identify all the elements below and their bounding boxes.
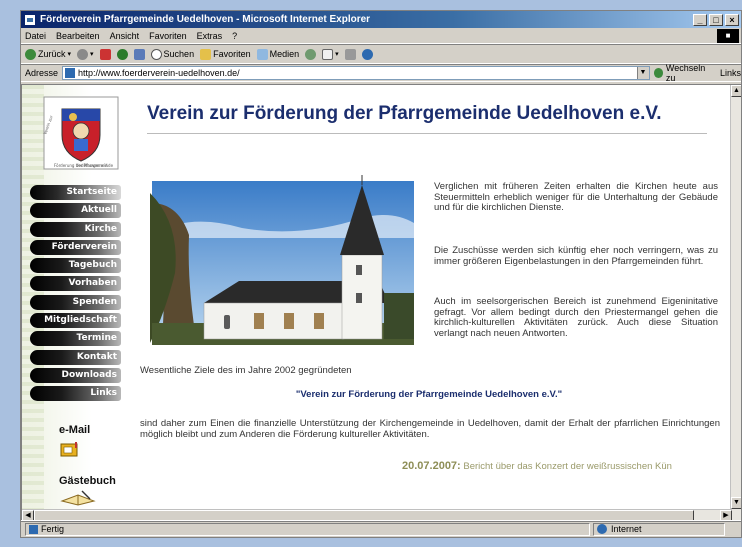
church-photo (144, 173, 420, 351)
menu-help[interactable]: ? (232, 31, 237, 41)
windows-logo-icon: ■ (717, 29, 739, 43)
maximize-button[interactable]: □ (709, 13, 723, 26)
page-status-icon (29, 524, 38, 534)
mail-icon (322, 48, 334, 60)
back-button[interactable]: Zurück ▾ (25, 48, 71, 60)
nav-tagebuch[interactable]: Tagebuch (30, 258, 121, 274)
refresh-icon (116, 48, 128, 60)
print-icon (344, 48, 356, 60)
favorites-icon (200, 48, 212, 60)
guestbook-link[interactable]: Gästebuch (59, 475, 116, 487)
title-divider (147, 133, 707, 134)
media-icon (256, 48, 268, 60)
page-title: Verein zur Förderung der Pfarrgemeinde U… (147, 103, 662, 124)
svg-text:Förderung der Pfarrgemeinde: Förderung der Pfarrgemeinde (54, 163, 114, 168)
go-arrow-icon (653, 68, 663, 78)
goals-text: Wesentliche Ziele des im Jahre 2002 gegr… (140, 365, 352, 376)
status-text: Fertig (41, 524, 65, 534)
news-date: 20.07.2007: (402, 460, 461, 472)
stop-icon (99, 48, 111, 60)
main-navigation: Startseite Aktuell Kirche Förderverein T… (30, 185, 130, 405)
media-button[interactable]: Medien (256, 48, 299, 60)
close-button[interactable]: × (725, 13, 739, 26)
zone-text: Internet (611, 524, 642, 534)
browser-window: Förderverein Pfarrgemeinde Uedelhoven - … (20, 10, 742, 538)
scroll-down-icon[interactable]: ▼ (731, 497, 741, 509)
news-ticker[interactable]: 20.07.2007: Bericht über das Konzert der… (402, 460, 672, 472)
search-button[interactable]: Suchen (150, 48, 194, 60)
address-input[interactable]: http://www.foerderverein-uedelhoven.de/ … (62, 66, 650, 80)
page-viewport: Verein zur Uedelhoven e.V. Förderung der… (21, 84, 741, 522)
history-button[interactable] (305, 48, 317, 60)
goto-button[interactable]: Wechseln zu (653, 63, 714, 83)
nav-startseite[interactable]: Startseite (30, 185, 121, 200)
scroll-up-icon[interactable]: ▲ (731, 85, 741, 97)
search-icon (150, 48, 162, 60)
mailbox-icon[interactable] (59, 440, 81, 458)
address-dropdown-icon[interactable]: ▼ (636, 67, 649, 79)
window-title: Förderverein Pfarrgemeinde Uedelhoven - … (40, 14, 371, 25)
nav-spenden[interactable]: Spenden (30, 294, 121, 310)
refresh-button[interactable] (116, 48, 128, 60)
news-text: Bericht über das Konzert der weißrussisc… (460, 461, 672, 472)
nav-vorhaben[interactable]: Vorhaben (30, 276, 121, 292)
nav-foerderverein[interactable]: Förderverein (30, 239, 121, 255)
nav-kontakt[interactable]: Kontakt (30, 349, 121, 365)
crest-logo: Verein zur Uedelhoven e.V. Förderung der… (42, 96, 119, 170)
status-bar: Fertig Internet (21, 520, 741, 537)
back-arrow-icon (25, 48, 36, 60)
ie-icon (24, 13, 36, 26)
menu-ansicht[interactable]: Ansicht (110, 31, 140, 41)
menu-bearbeiten[interactable]: Bearbeiten (56, 31, 100, 41)
messenger-icon (361, 48, 373, 60)
stop-button[interactable] (99, 48, 111, 60)
address-label: Adresse (25, 68, 59, 78)
history-icon (305, 48, 317, 60)
intro-paragraph-1: Verglichen mit früheren Zeiten erhalten … (434, 181, 718, 213)
menu-bar: Datei Bearbeiten Ansicht Favoriten Extra… (21, 28, 741, 44)
home-icon (133, 48, 145, 60)
forward-button[interactable]: ▾ (77, 48, 94, 60)
title-bar: Förderverein Pfarrgemeinde Uedelhoven - … (21, 11, 741, 28)
nav-mitgliedschaft[interactable]: Mitgliedschaft (30, 313, 121, 329)
menu-datei[interactable]: Datei (25, 31, 46, 41)
menu-favoriten[interactable]: Favoriten (149, 31, 187, 41)
intro-paragraph-2: Die Zuschüsse werden sich künftig eher n… (434, 245, 718, 267)
email-link[interactable]: e-Mail (59, 424, 90, 436)
nav-downloads[interactable]: Downloads (30, 367, 121, 383)
vertical-scrollbar[interactable]: ▲ ▼ (730, 85, 741, 521)
messenger-button[interactable] (361, 48, 373, 60)
internet-globe-icon (597, 524, 607, 534)
nav-kirche[interactable]: Kirche (30, 221, 121, 237)
forward-arrow-icon (77, 48, 89, 60)
minimize-button[interactable]: _ (693, 13, 707, 26)
status-pane: Fertig (25, 522, 590, 536)
zone-pane: Internet (593, 522, 725, 536)
nav-links[interactable]: Links (30, 386, 121, 402)
intro-paragraph-3: Auch im seelsorgerischen Bereich ist zun… (434, 296, 718, 339)
toolbar: Zurück ▾ ▾ Suchen Favoriten Medien ▾ (21, 44, 741, 64)
mail-button[interactable]: ▾ (322, 48, 339, 60)
print-button[interactable] (344, 48, 356, 60)
nav-aktuell[interactable]: Aktuell (30, 203, 121, 219)
address-url: http://www.foerderverein-uedelhoven.de/ (78, 68, 240, 78)
association-name-quote: "Verein zur Förderung der Pfarrgemeinde … (295, 389, 563, 400)
nav-termine[interactable]: Termine (30, 331, 121, 347)
page-icon (65, 68, 76, 78)
guestbook-icon[interactable] (60, 489, 96, 507)
goals-description: sind daher zum Einen die finanzielle Unt… (140, 418, 720, 440)
home-button[interactable] (133, 48, 145, 60)
favorites-button[interactable]: Favoriten (200, 48, 251, 60)
links-button[interactable]: Links (720, 68, 741, 78)
address-bar: Adresse http://www.foerderverein-uedelho… (21, 63, 741, 83)
menu-extras[interactable]: Extras (197, 31, 223, 41)
